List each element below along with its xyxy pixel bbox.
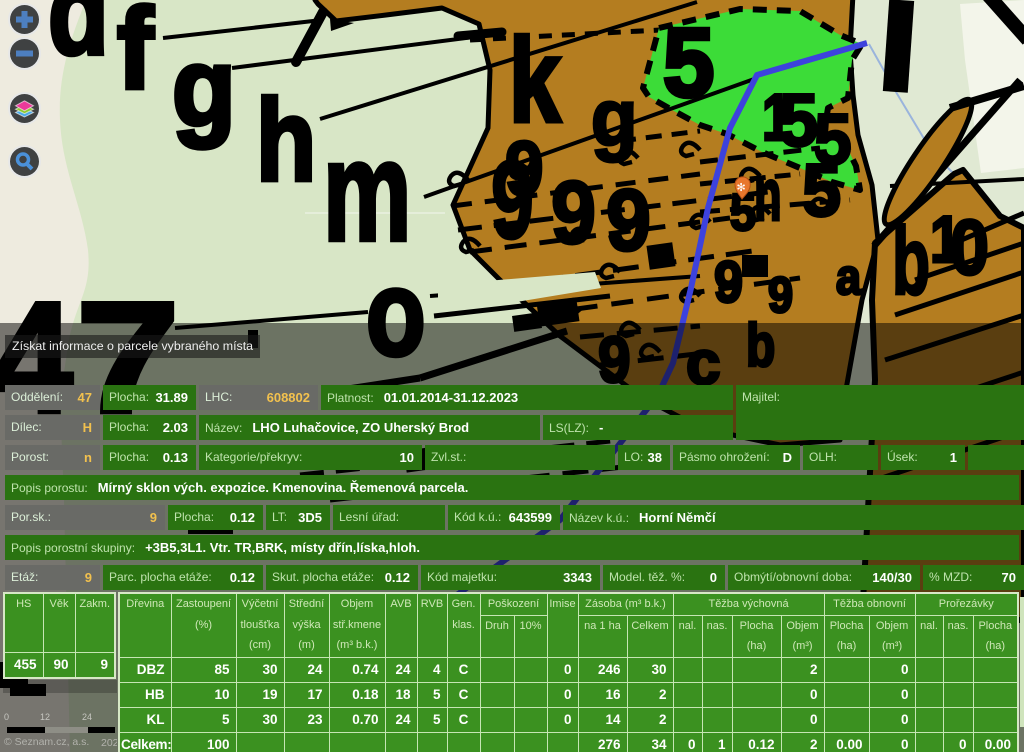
svg-text:b: b	[892, 209, 930, 316]
svg-text:d: d	[48, 0, 109, 80]
svg-text:9: 9	[768, 268, 793, 324]
svg-text:0: 0	[950, 204, 989, 291]
svg-text:5: 5	[802, 150, 841, 232]
svg-text:h: h	[256, 75, 316, 204]
svg-text:9: 9	[714, 249, 743, 314]
svg-text:5: 5	[663, 9, 714, 118]
svg-text:9: 9	[505, 126, 544, 212]
svg-text:✻: ✻	[737, 182, 746, 194]
svg-text:9: 9	[606, 171, 651, 268]
svg-text:n: n	[754, 154, 782, 236]
svg-text:9: 9	[551, 164, 596, 263]
svg-text:a: a	[836, 250, 862, 306]
svg-text:g: g	[172, 26, 236, 149]
svg-text:g: g	[591, 72, 637, 162]
svg-text:f: f	[117, 0, 154, 113]
